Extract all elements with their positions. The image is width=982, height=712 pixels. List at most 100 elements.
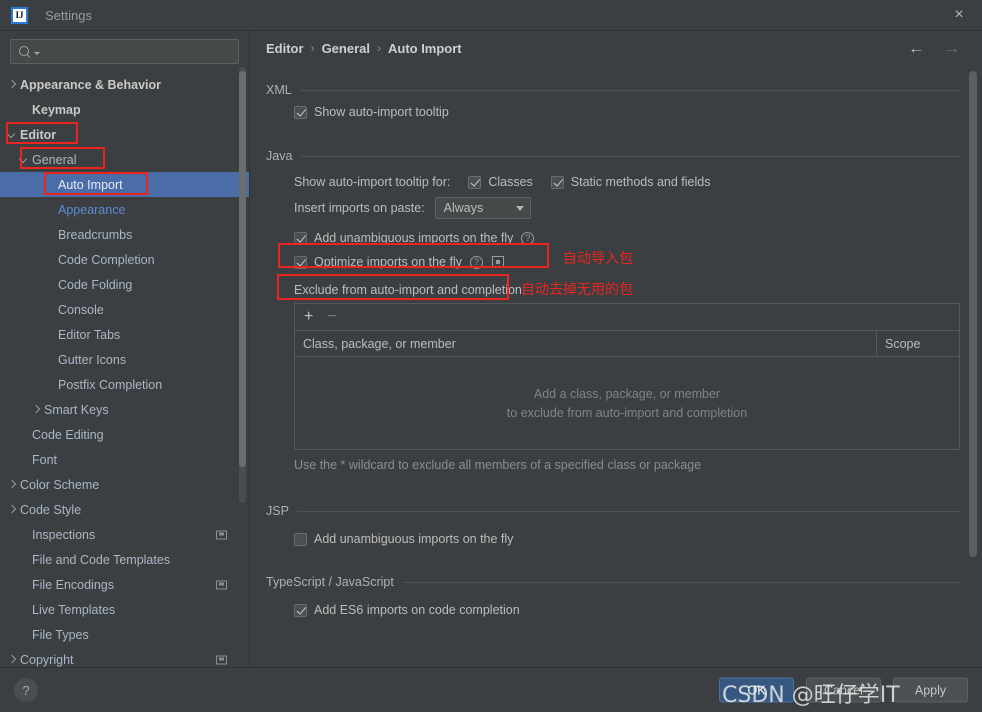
group-divider	[401, 581, 960, 583]
group-label-java: Java	[266, 149, 293, 163]
java-optimize-imports-label: Optimize imports on the fly	[314, 255, 462, 269]
ok-button[interactable]: OK	[719, 677, 794, 703]
sidebar-item-inspections[interactable]: Inspections	[0, 522, 249, 547]
intellij-logo-icon: IJ	[11, 6, 28, 24]
breadcrumb-item-editor[interactable]: Editor	[266, 41, 304, 56]
content-scrollbar-thumb[interactable]	[969, 71, 977, 557]
ts-es6-imports-row[interactable]: Add ES6 imports on code completion	[294, 603, 960, 617]
java-add-unambiguous-label: Add unambiguous imports on the fly	[314, 231, 514, 245]
xml-show-tooltip-label: Show auto-import tooltip	[314, 105, 449, 119]
sidebar-item-general[interactable]: General	[0, 147, 249, 172]
sidebar-item-console[interactable]: Console	[0, 297, 249, 322]
exclude-table-label: Exclude from auto-import and completion:	[294, 283, 526, 297]
back-arrow-icon[interactable]: ←	[908, 40, 925, 57]
breadcrumb: Editor › General › Auto Import ← →	[251, 31, 982, 65]
remove-entry-button[interactable]: −	[327, 309, 336, 325]
apply-button[interactable]: Apply	[893, 677, 968, 703]
chevron-right-icon[interactable]	[6, 479, 17, 490]
sidebar-item-label: Console	[58, 302, 104, 317]
java-optimize-imports-row[interactable]: Optimize imports on the fly ?	[294, 255, 960, 269]
module-scope-icon	[216, 655, 227, 664]
settings-content-panel: Editor › General › Auto Import ← → XML S…	[251, 31, 982, 667]
sidebar-item-live-templates[interactable]: Live Templates	[0, 597, 249, 622]
help-icon[interactable]: ?	[521, 231, 535, 245]
java-insert-imports-label: Insert imports on paste:	[294, 201, 425, 215]
add-entry-button[interactable]: +	[304, 309, 313, 325]
column-header-scope[interactable]: Scope	[877, 331, 959, 356]
sidebar-item-label: Copyright	[20, 652, 74, 667]
sidebar-item-editor[interactable]: Editor	[0, 122, 249, 147]
sidebar-item-appearance[interactable]: Appearance	[0, 197, 249, 222]
sidebar-item-code-folding[interactable]: Code Folding	[0, 272, 249, 297]
insert-imports-on-paste-select[interactable]: Always	[434, 197, 531, 219]
sidebar-item-code-completion[interactable]: Code Completion	[0, 247, 249, 272]
sidebar-item-code-editing[interactable]: Code Editing	[0, 422, 249, 447]
chevron-right-icon[interactable]	[30, 404, 41, 415]
sidebar-item-auto-import[interactable]: Auto Import	[0, 172, 249, 197]
java-insert-imports-row: Insert imports on paste: Always	[294, 197, 960, 219]
help-icon[interactable]: ?	[469, 255, 483, 269]
java-optimize-imports-checkbox[interactable]	[294, 255, 307, 269]
chevron-right-icon[interactable]	[6, 504, 17, 515]
jsp-add-unambiguous-row[interactable]: Add unambiguous imports on the fly	[294, 532, 960, 546]
jsp-add-unambiguous-checkbox[interactable]	[294, 532, 307, 546]
module-settings-icon[interactable]	[491, 256, 504, 268]
group-divider	[296, 510, 960, 512]
breadcrumb-item-auto-import: Auto Import	[387, 40, 462, 56]
xml-show-tooltip-row[interactable]: Show auto-import tooltip	[294, 105, 960, 119]
ts-es6-imports-checkbox[interactable]	[294, 603, 307, 617]
forward-arrow-icon[interactable]: →	[943, 40, 960, 57]
sidebar-item-file-and-code-templates[interactable]: File and Code Templates	[0, 547, 249, 572]
sidebar-item-label: Gutter Icons	[58, 352, 127, 367]
column-header-class[interactable]: Class, package, or member	[295, 331, 877, 356]
settings-dialog: IJ Settings × Appearance & Behavior Keyma…	[0, 0, 982, 712]
search-input[interactable]	[40, 43, 232, 60]
sidebar-item-label: General	[32, 152, 77, 167]
sidebar-scrollbar-thumb[interactable]	[239, 71, 246, 467]
sidebar-item-keymap[interactable]: Keymap	[0, 97, 249, 122]
sidebar-item-label: Code Editing	[32, 427, 104, 442]
sidebar-item-file-encodings[interactable]: File Encodings	[0, 572, 249, 597]
jsp-add-unambiguous-label: Add unambiguous imports on the fly	[314, 532, 514, 547]
sidebar-item-editor-tabs[interactable]: Editor Tabs	[0, 322, 249, 347]
java-classes-label: Classes	[488, 175, 533, 189]
java-add-unambiguous-checkbox[interactable]	[294, 231, 307, 245]
xml-show-tooltip-checkbox[interactable]	[294, 105, 307, 119]
exclude-table-toolbar: + −	[295, 304, 959, 331]
cancel-button[interactable]: Cancel	[806, 677, 881, 703]
sidebar-item-breadcrumbs[interactable]: Breadcrumbs	[0, 222, 249, 247]
group-typescript: TypeScript / JavaScript	[266, 575, 960, 589]
sidebar-item-postfix-completion[interactable]: Postfix Completion	[0, 372, 249, 397]
chevron-down-icon[interactable]	[6, 129, 17, 140]
sidebar-item-copyright[interactable]: Copyright	[0, 647, 249, 667]
search-box[interactable]	[10, 39, 239, 64]
settings-tree: Appearance & Behavior Keymap Editor General…	[0, 70, 249, 667]
chevron-right-icon[interactable]	[6, 79, 17, 90]
sidebar-item-appearance-behavior[interactable]: Appearance & Behavior	[0, 72, 249, 97]
close-icon[interactable]: ×	[936, 0, 982, 30]
sidebar-item-font[interactable]: Font	[0, 447, 249, 472]
breadcrumb-item-general[interactable]: General	[322, 41, 370, 56]
chevron-right-icon[interactable]	[6, 654, 17, 665]
sidebar-item-color-scheme[interactable]: Color Scheme	[0, 472, 249, 497]
java-add-unambiguous-row[interactable]: Add unambiguous imports on the fly ?	[294, 231, 960, 245]
ts-es6-imports-label: Add ES6 imports on code completion	[314, 603, 520, 618]
sidebar-item-label: File Types	[32, 627, 89, 642]
java-static-checkbox[interactable]	[550, 175, 564, 189]
help-button[interactable]: ?	[14, 678, 38, 702]
sidebar-item-file-types[interactable]: File Types	[0, 622, 249, 647]
java-classes-checkbox[interactable]	[468, 175, 482, 189]
chevron-down-icon[interactable]	[18, 154, 29, 165]
sidebar-item-gutter-icons[interactable]: Gutter Icons	[0, 347, 249, 372]
module-scope-icon	[216, 580, 227, 589]
sidebar-item-code-style[interactable]: Code Style	[0, 497, 249, 522]
sidebar-item-smart-keys[interactable]: Smart Keys	[0, 397, 249, 422]
